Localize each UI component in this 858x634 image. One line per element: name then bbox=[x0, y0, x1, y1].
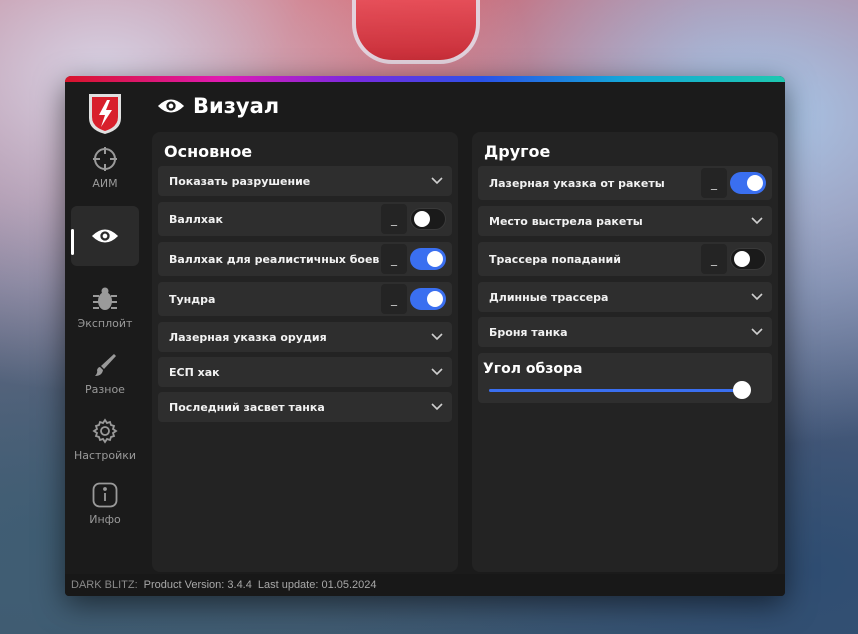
keybind-button[interactable]: _ bbox=[701, 244, 727, 274]
chevron-down-icon bbox=[422, 392, 452, 422]
slider-label: Угол обзора bbox=[483, 361, 583, 377]
wallhack-realistic-row: Валлхак для реалистичных боев _ bbox=[158, 242, 452, 276]
tank-armor-dropdown[interactable]: Броня танка bbox=[478, 317, 772, 347]
wallhack-toggle[interactable] bbox=[410, 208, 446, 230]
hit-tracers-row: Трассера попаданий _ bbox=[478, 242, 772, 276]
sidebar-item-label: Эксплойт bbox=[77, 316, 133, 330]
version-text: Product Version: 3.4.4 bbox=[143, 579, 252, 591]
sidebar-item-info[interactable]: Инфо bbox=[71, 474, 139, 532]
page-title: Визуал bbox=[157, 94, 279, 118]
tundra-toggle[interactable] bbox=[410, 288, 446, 310]
fov-slider-knob[interactable] bbox=[733, 381, 751, 399]
row-label: Длинные трассера bbox=[489, 290, 609, 304]
last-spot-dropdown[interactable]: Последний засвет танка bbox=[158, 392, 452, 422]
fov-slider-fill bbox=[489, 389, 742, 392]
update-text: Last update: 01.05.2024 bbox=[257, 579, 377, 591]
status-bar: DARK BLITZ: Product Version: 3.4.4 Last … bbox=[65, 574, 785, 596]
hit-tracers-toggle[interactable] bbox=[730, 248, 766, 270]
sidebar-item-label: АИМ bbox=[92, 176, 118, 190]
row-label: Броня танка bbox=[489, 325, 568, 339]
panel-title: Основное bbox=[164, 142, 253, 161]
wallhack-row: Валлхак _ bbox=[158, 202, 452, 236]
show-destruction-dropdown[interactable]: Показать разрушение bbox=[158, 166, 452, 196]
chevron-down-icon bbox=[422, 322, 452, 352]
main-settings-panel: Основное Показать разрушение Валлхак _ В… bbox=[152, 132, 458, 572]
fov-slider-block: Угол обзора bbox=[478, 353, 772, 403]
sidebar-item-settings[interactable]: Настройки bbox=[71, 410, 139, 468]
crosshair-icon bbox=[91, 145, 119, 173]
row-label: Последний засвет танка bbox=[169, 400, 325, 414]
bug-icon bbox=[91, 285, 119, 313]
chevron-down-icon bbox=[742, 206, 772, 236]
brand-label: DARK BLITZ: bbox=[71, 579, 138, 591]
sidebar-item-label: Инфо bbox=[89, 512, 121, 526]
row-label: Трассера попаданий bbox=[489, 252, 621, 266]
eye-icon bbox=[91, 222, 119, 250]
row-label: ЕСП хак bbox=[169, 365, 220, 379]
gear-icon bbox=[91, 417, 119, 445]
panel-title: Другое bbox=[484, 142, 551, 161]
sidebar-item-misc[interactable]: Разное bbox=[71, 344, 139, 402]
chevron-down-icon bbox=[742, 282, 772, 312]
fov-slider-track[interactable] bbox=[489, 381, 751, 399]
brush-icon bbox=[91, 351, 119, 379]
chevron-down-icon bbox=[422, 357, 452, 387]
row-label: Лазерная указка орудия bbox=[169, 330, 327, 344]
long-tracers-dropdown[interactable]: Длинные трассера bbox=[478, 282, 772, 312]
rocket-laser-toggle[interactable] bbox=[730, 172, 766, 194]
keybind-button[interactable]: _ bbox=[381, 284, 407, 314]
background-emblem bbox=[352, 0, 480, 64]
rainbow-accent-bar bbox=[65, 76, 785, 82]
page-title-text: Визуал bbox=[193, 94, 280, 118]
esp-hack-dropdown[interactable]: ЕСП хак bbox=[158, 357, 452, 387]
row-label: Валлхак для реалистичных боев bbox=[169, 252, 380, 266]
sidebar-item-label: Разное bbox=[85, 382, 125, 396]
row-label: Место выстрела ракеты bbox=[489, 214, 643, 228]
row-label: Показать разрушение bbox=[169, 174, 311, 188]
row-label: Тундра bbox=[169, 292, 216, 306]
sidebar: АИМ Эксплойт Разное Настройки Инфо bbox=[65, 82, 147, 572]
keybind-button[interactable]: _ bbox=[381, 204, 407, 234]
app-window: АИМ Эксплойт Разное Настройки Инфо Визуа… bbox=[65, 76, 785, 596]
active-indicator bbox=[71, 229, 74, 255]
info-icon bbox=[91, 481, 119, 509]
wallhack-realistic-toggle[interactable] bbox=[410, 248, 446, 270]
rocket-laser-row: Лазерная указка от ракеты _ bbox=[478, 166, 772, 200]
sidebar-item-visual[interactable] bbox=[71, 206, 139, 266]
eye-icon bbox=[157, 99, 185, 113]
row-label: Лазерная указка от ракеты bbox=[489, 176, 665, 190]
app-logo bbox=[89, 94, 121, 134]
gun-laser-dropdown[interactable]: Лазерная указка орудия bbox=[158, 322, 452, 352]
keybind-button[interactable]: _ bbox=[381, 244, 407, 274]
tundra-row: Тундра _ bbox=[158, 282, 452, 316]
other-settings-panel: Другое Лазерная указка от ракеты _ Место… bbox=[472, 132, 778, 572]
chevron-down-icon bbox=[422, 166, 452, 196]
row-label: Валлхак bbox=[169, 212, 223, 226]
sidebar-item-label: Настройки bbox=[73, 448, 137, 462]
sidebar-item-exploit[interactable]: Эксплойт bbox=[71, 278, 139, 336]
sidebar-item-aim[interactable]: АИМ bbox=[71, 138, 139, 196]
keybind-button[interactable]: _ bbox=[701, 168, 727, 198]
chevron-down-icon bbox=[742, 317, 772, 347]
rocket-shot-place-dropdown[interactable]: Место выстрела ракеты bbox=[478, 206, 772, 236]
